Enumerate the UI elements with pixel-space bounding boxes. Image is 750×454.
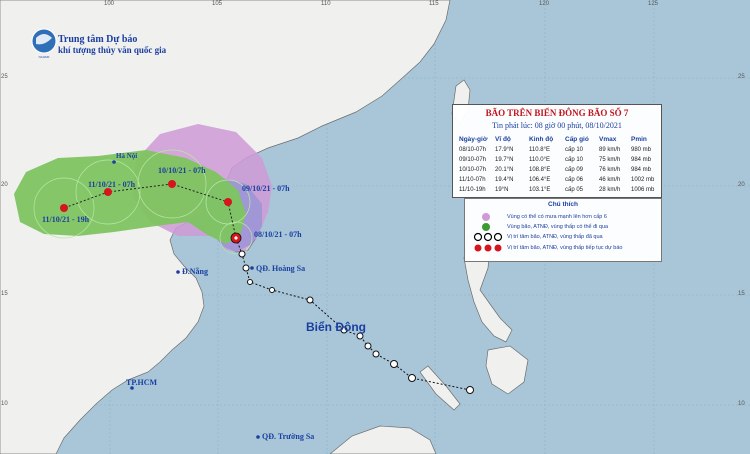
legend-item-forecast: Vị trí tâm bão, ATNĐ, vùng thấp tiếp tục… bbox=[507, 245, 623, 251]
storm-current-position bbox=[230, 232, 242, 244]
bulletin-cell: 106.4°E bbox=[529, 177, 551, 183]
bulletin-cell: 11/10-07h bbox=[459, 177, 486, 183]
legend-panel: Chú thích Vùng có thể có mưa mạnh lên hơ… bbox=[464, 198, 662, 262]
bulletin-cell: 984 mb bbox=[631, 157, 652, 163]
axis-left-25: 25 bbox=[1, 74, 8, 80]
label-bien-dong: Biển Đông bbox=[306, 320, 366, 334]
bulletin-cell: 11/10-19h bbox=[459, 187, 486, 193]
legend-title: Chú thích bbox=[548, 201, 578, 208]
bulletin-cell: cấp 10 bbox=[565, 147, 584, 153]
bulletin-cell: 1006 mb bbox=[631, 187, 655, 193]
label-hoang-sa: QĐ. Hoàng Sa bbox=[256, 264, 306, 273]
philippines-south bbox=[485, 345, 529, 395]
axis-right-15: 15 bbox=[738, 291, 745, 297]
col-wind-level: Cấp gió bbox=[565, 136, 589, 143]
bulletin-panel: BÃO TRÊN BIỂN ĐÔNG BÃO SỐ 7 Tin phát lúc… bbox=[452, 104, 662, 198]
label-tp-hcm: TP.HCM bbox=[126, 378, 158, 387]
bulletin-cell: 46 km/h bbox=[599, 177, 621, 183]
col-lon: Kinh độ bbox=[529, 136, 554, 143]
bulletin-cell: 110.8°E bbox=[529, 147, 550, 153]
bulletin-cell: cấp 10 bbox=[565, 157, 584, 163]
palawan bbox=[419, 365, 461, 411]
axis-top-115: 115 bbox=[429, 1, 439, 7]
bulletin-cell: 20.1°N bbox=[495, 167, 514, 173]
svg-text:NCHMF: NCHMF bbox=[39, 55, 50, 59]
label-ha-noi: Hà Nội bbox=[116, 152, 138, 160]
legend-item-past: Vị trí tâm bão, ATNĐ, vùng thấp đã qua bbox=[507, 234, 603, 240]
bulletin-cell: 89 km/h bbox=[599, 147, 621, 153]
bulletin-cell: 980 mb bbox=[631, 147, 652, 153]
agency-name-full: khí tượng thủy văn quốc gia bbox=[58, 45, 167, 55]
forecast-label-f3: 11/10/21 - 07h bbox=[88, 180, 136, 189]
bulletin-cell: cấp 09 bbox=[565, 167, 584, 173]
bulletin-cell: 10/10-07h bbox=[459, 167, 487, 173]
bulletin-cell: 103.1°E bbox=[529, 187, 551, 193]
bulletin-cell: 75 km/h bbox=[599, 157, 621, 163]
borneo bbox=[329, 425, 437, 454]
agency-header: Trung tâm Dự báo khí tượng thủy văn quốc… bbox=[58, 34, 166, 55]
bulletin-cell: 1002 mb bbox=[631, 177, 655, 183]
forecast-label-f1: 09/10/21 - 07h bbox=[242, 184, 290, 193]
bulletin-cell: 108.8°E bbox=[529, 167, 551, 173]
axis-left-20: 20 bbox=[1, 182, 8, 188]
bulletin-cell: 17.9°N bbox=[495, 147, 514, 153]
axis-top-125: 125 bbox=[648, 1, 659, 7]
forecast-label-f2: 10/10/21 - 07h bbox=[158, 166, 206, 175]
bulletin-cell: 76 km/h bbox=[599, 167, 621, 173]
col-vmax: Vmax bbox=[599, 136, 617, 143]
label-da-nang: Đ.Nẵng bbox=[182, 267, 209, 276]
bulletin-cell: 110.0°E bbox=[529, 157, 550, 163]
bulletin-cell: 984 mb bbox=[631, 167, 652, 173]
bulletin-title: BÃO TRÊN BIỂN ĐÔNG BÃO SỐ 7 bbox=[485, 108, 629, 118]
axis-left-15: 15 bbox=[1, 291, 8, 297]
bulletin-cell: cấp 05 bbox=[565, 187, 584, 193]
legend-item-storm: Vùng bão, ATNĐ, vùng thấp có thể đi qua bbox=[507, 224, 609, 230]
label-truong-sa: QĐ. Trường Sa bbox=[262, 432, 315, 441]
axis-top-110: 110 bbox=[321, 1, 331, 7]
axis-top-105: 105 bbox=[212, 1, 223, 7]
bulletin-cell: 19°N bbox=[495, 187, 509, 193]
bulletin-cell: 19.4°N bbox=[495, 177, 514, 183]
bulletin-subtitle: Tin phát lúc: 08 giờ 00 phút, 08/10/2021 bbox=[492, 121, 622, 130]
legend-item-rain: Vùng có thể có mưa mạnh lên hơn cấp 6 bbox=[507, 214, 607, 220]
col-datetime: Ngày-giờ bbox=[459, 136, 488, 143]
forecast-label-f0: 08/10/21 - 07h bbox=[254, 230, 302, 239]
col-pmin: Pmin bbox=[631, 136, 647, 143]
forecast-label-f4: 11/10/21 - 19h bbox=[42, 215, 90, 224]
axis-right-10: 10 bbox=[738, 401, 745, 407]
axis-top-120: 120 bbox=[539, 1, 550, 7]
bulletin-cell: 19.7°N bbox=[495, 157, 514, 163]
axis-right-20: 20 bbox=[738, 182, 745, 188]
storm-map: NCHMF Trung tâm Dự báo khí tượng thủy vă… bbox=[0, 0, 750, 454]
bulletin-cell: 09/10-07h bbox=[459, 157, 487, 163]
bulletin-cell: cấp 06 bbox=[565, 177, 584, 183]
bulletin-cell: 08/10-07h bbox=[459, 147, 487, 153]
agency-name: Trung tâm Dự báo bbox=[58, 34, 138, 45]
col-lat: Vĩ độ bbox=[495, 136, 511, 143]
axis-right-25: 25 bbox=[738, 74, 745, 80]
axis-top-100: 100 bbox=[104, 1, 115, 7]
axis-left-10: 10 bbox=[1, 401, 8, 407]
bulletin-cell: 28 km/h bbox=[599, 187, 621, 193]
